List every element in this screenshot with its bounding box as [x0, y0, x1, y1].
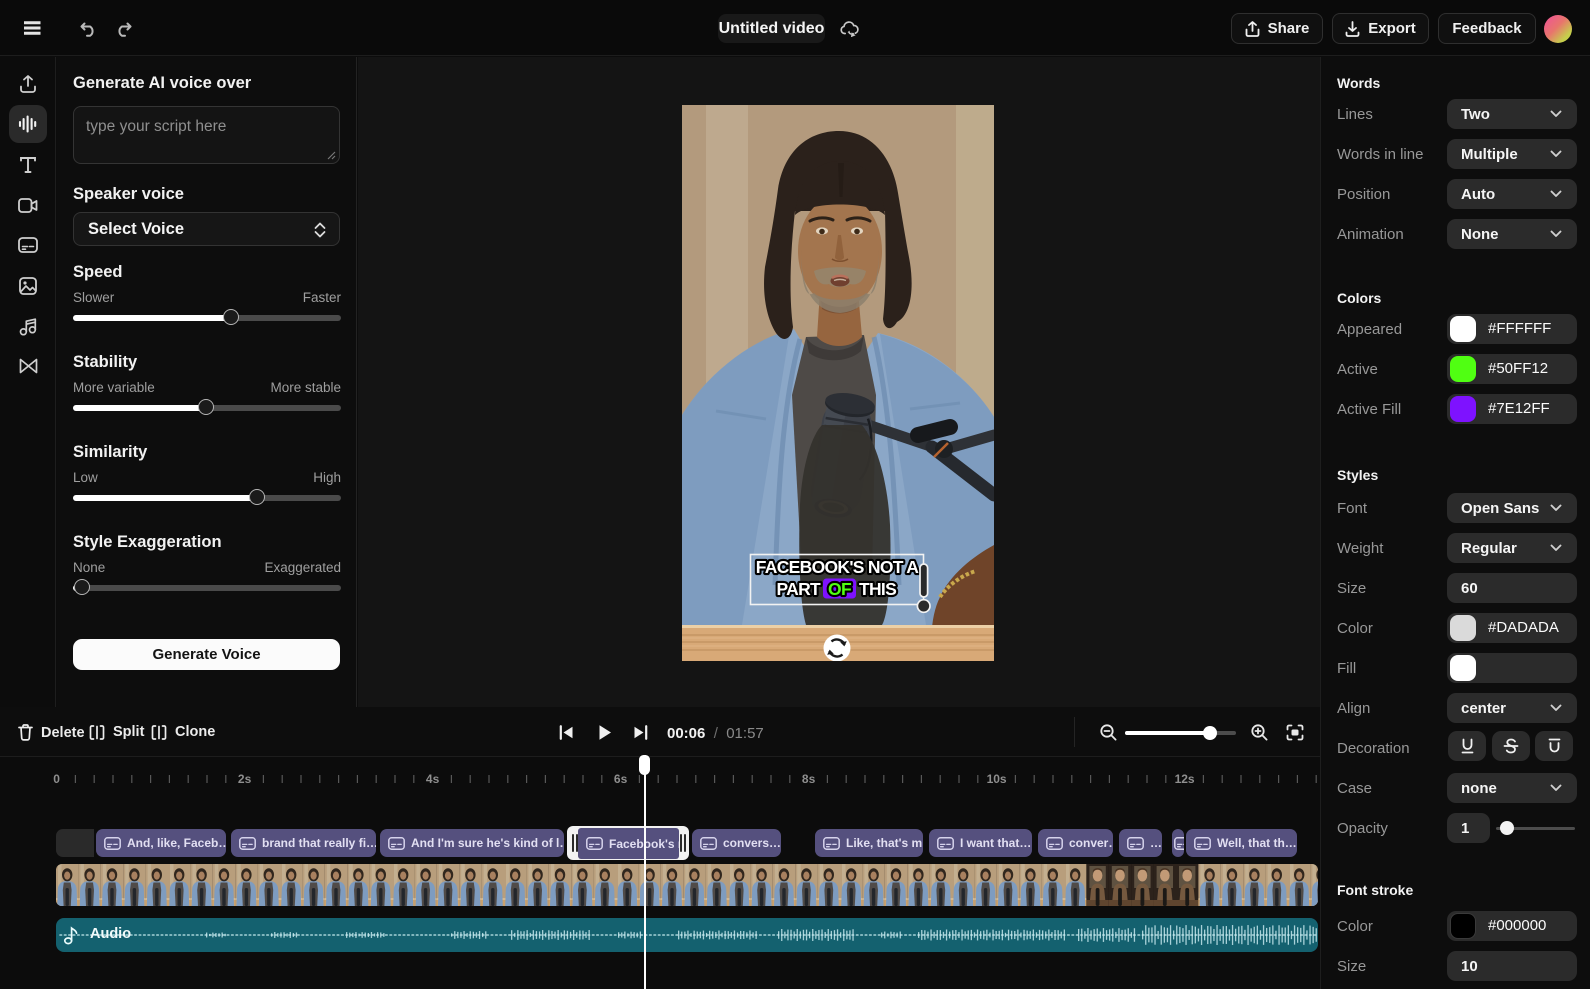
svg-text:THIS: THIS: [859, 579, 896, 599]
svg-text:PART: PART: [776, 579, 821, 599]
svg-text:OF: OF: [828, 579, 852, 599]
svg-text:FACEBOOK'S NOT A: FACEBOOK'S NOT A: [756, 557, 920, 577]
